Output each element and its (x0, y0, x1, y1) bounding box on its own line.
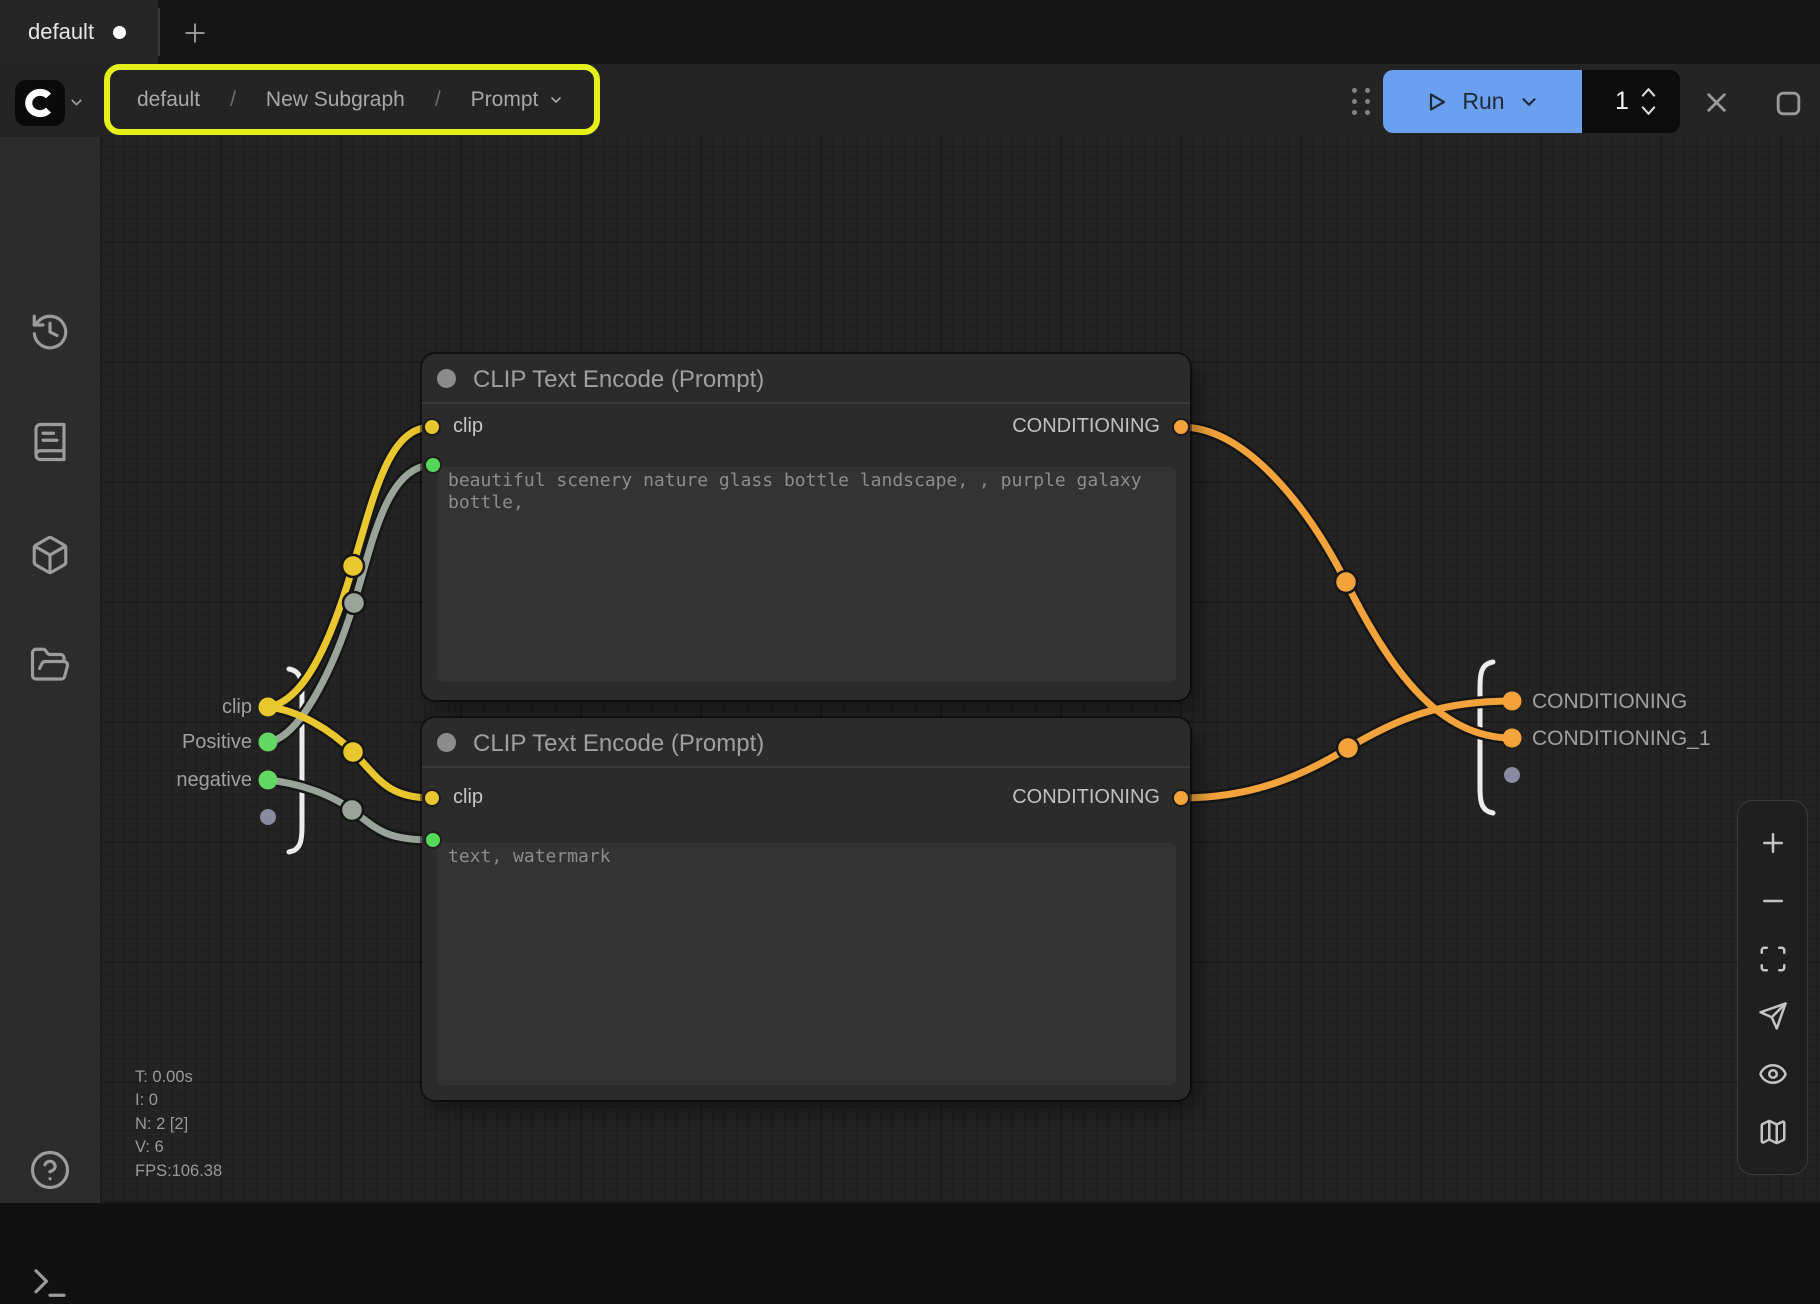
breadcrumb-item-default[interactable]: default (137, 88, 200, 112)
new-workflow-tab-button[interactable] (176, 18, 214, 48)
node-collapse-dot[interactable] (437, 369, 456, 388)
stat-fps: FPS:106.38 (135, 1160, 222, 1183)
run-button[interactable]: Run (1383, 70, 1582, 133)
history-icon[interactable] (29, 311, 71, 353)
stop-square-icon[interactable] (1772, 87, 1804, 119)
toolbar-drag-handle[interactable] (1348, 86, 1374, 116)
perf-stats: T: 0.00s I: 0 N: 2 [2] V: 6 FPS:106.38 (135, 1066, 222, 1183)
node1-input-label: clip (453, 415, 483, 438)
breadcrumb-item-new-subgraph[interactable]: New Subgraph (266, 88, 405, 112)
workflows-icon[interactable] (29, 421, 71, 463)
node-title: CLIP Text Encode (Prompt) (473, 730, 764, 758)
tab-divider (158, 8, 160, 56)
node2-output-label: CONDITIONING (1012, 786, 1160, 809)
zoom-out-button[interactable] (1757, 885, 1789, 917)
close-icon[interactable] (1700, 86, 1732, 118)
node-clip-text-encode-1[interactable]: CLIP Text Encode (Prompt) clip CONDITION… (422, 354, 1190, 700)
subgraph-input-label-clip[interactable]: clip (132, 696, 252, 719)
workflow-tab-bar: default (0, 0, 1820, 64)
terminal-icon[interactable] (29, 1262, 71, 1304)
comfyui-app: { "tab_bar": { "active_tab": "default" }… (0, 0, 1820, 1203)
help-icon[interactable] (29, 1149, 71, 1191)
node2-input-dot-clip[interactable] (423, 789, 441, 807)
zoom-in-button[interactable] (1757, 827, 1789, 859)
node1-output-dot-conditioning[interactable] (1172, 418, 1190, 436)
node1-input-dot-clip[interactable] (423, 418, 441, 436)
node-collapse-dot[interactable] (437, 733, 456, 752)
workflow-tab-label: default (28, 19, 94, 45)
play-icon (1425, 90, 1449, 114)
node-header-divider (422, 402, 1190, 404)
node1-text-widget-dot[interactable] (424, 456, 442, 474)
sidebar (0, 137, 100, 1203)
workflow-tab-default[interactable]: default (0, 0, 158, 64)
select-mode-button[interactable] (1757, 1000, 1789, 1032)
top-toolbar: default / New Subgraph / Prompt Run 1 (0, 64, 1820, 137)
node2-text-widget-dot[interactable] (424, 831, 442, 849)
canvas-tools-panel (1737, 800, 1808, 1175)
node2-input-label: clip (453, 786, 483, 809)
node-title: CLIP Text Encode (Prompt) (473, 366, 764, 394)
stat-version: V: 6 (135, 1136, 222, 1159)
batch-count-steppers (1640, 86, 1657, 117)
breadcrumb-item-prompt[interactable]: Prompt (471, 88, 539, 112)
batch-count-box: 1 (1582, 70, 1680, 133)
node2-prompt-textarea[interactable]: text, watermark (437, 843, 1176, 1085)
breadcrumb-chevron-icon[interactable] (548, 92, 564, 108)
minimap-button[interactable] (1757, 1116, 1789, 1148)
fit-view-button[interactable] (1757, 943, 1789, 975)
node-clip-text-encode-2[interactable]: CLIP Text Encode (Prompt) clip CONDITION… (422, 718, 1190, 1100)
stepper-down-icon[interactable] (1640, 105, 1657, 117)
node1-output-label: CONDITIONING (1012, 415, 1160, 438)
unsaved-changes-dot[interactable] (113, 26, 126, 39)
batch-count-value[interactable]: 1 (1606, 87, 1638, 116)
menu-chevron-icon[interactable] (68, 94, 85, 116)
subgraph-output-label-conditioning-1[interactable]: CONDITIONING_1 (1532, 727, 1711, 751)
stat-iterations: I: 0 (135, 1089, 222, 1112)
node1-prompt-textarea[interactable]: beautiful scenery nature glass bottle la… (437, 467, 1176, 682)
breadcrumb-separator: / (230, 88, 236, 112)
toggle-visibility-button[interactable] (1757, 1058, 1789, 1090)
subgraph-output-label-conditioning[interactable]: CONDITIONING (1532, 690, 1687, 714)
node-header-divider (422, 766, 1190, 768)
model-library-icon[interactable] (29, 534, 71, 576)
comfyui-logo[interactable] (15, 80, 65, 126)
subgraph-input-label-positive[interactable]: Positive (132, 731, 252, 754)
run-options-chevron-icon (1518, 91, 1540, 113)
run-button-label: Run (1462, 88, 1504, 115)
stat-time: T: 0.00s (135, 1066, 222, 1089)
breadcrumb-separator: / (435, 88, 441, 112)
folder-open-icon[interactable] (29, 644, 71, 686)
stepper-up-icon[interactable] (1640, 86, 1657, 98)
breadcrumb: default / New Subgraph / Prompt (104, 64, 600, 135)
subgraph-input-label-negative[interactable]: negative (132, 769, 252, 792)
node2-output-dot-conditioning[interactable] (1172, 789, 1190, 807)
stat-nodes: N: 2 [2] (135, 1113, 222, 1136)
